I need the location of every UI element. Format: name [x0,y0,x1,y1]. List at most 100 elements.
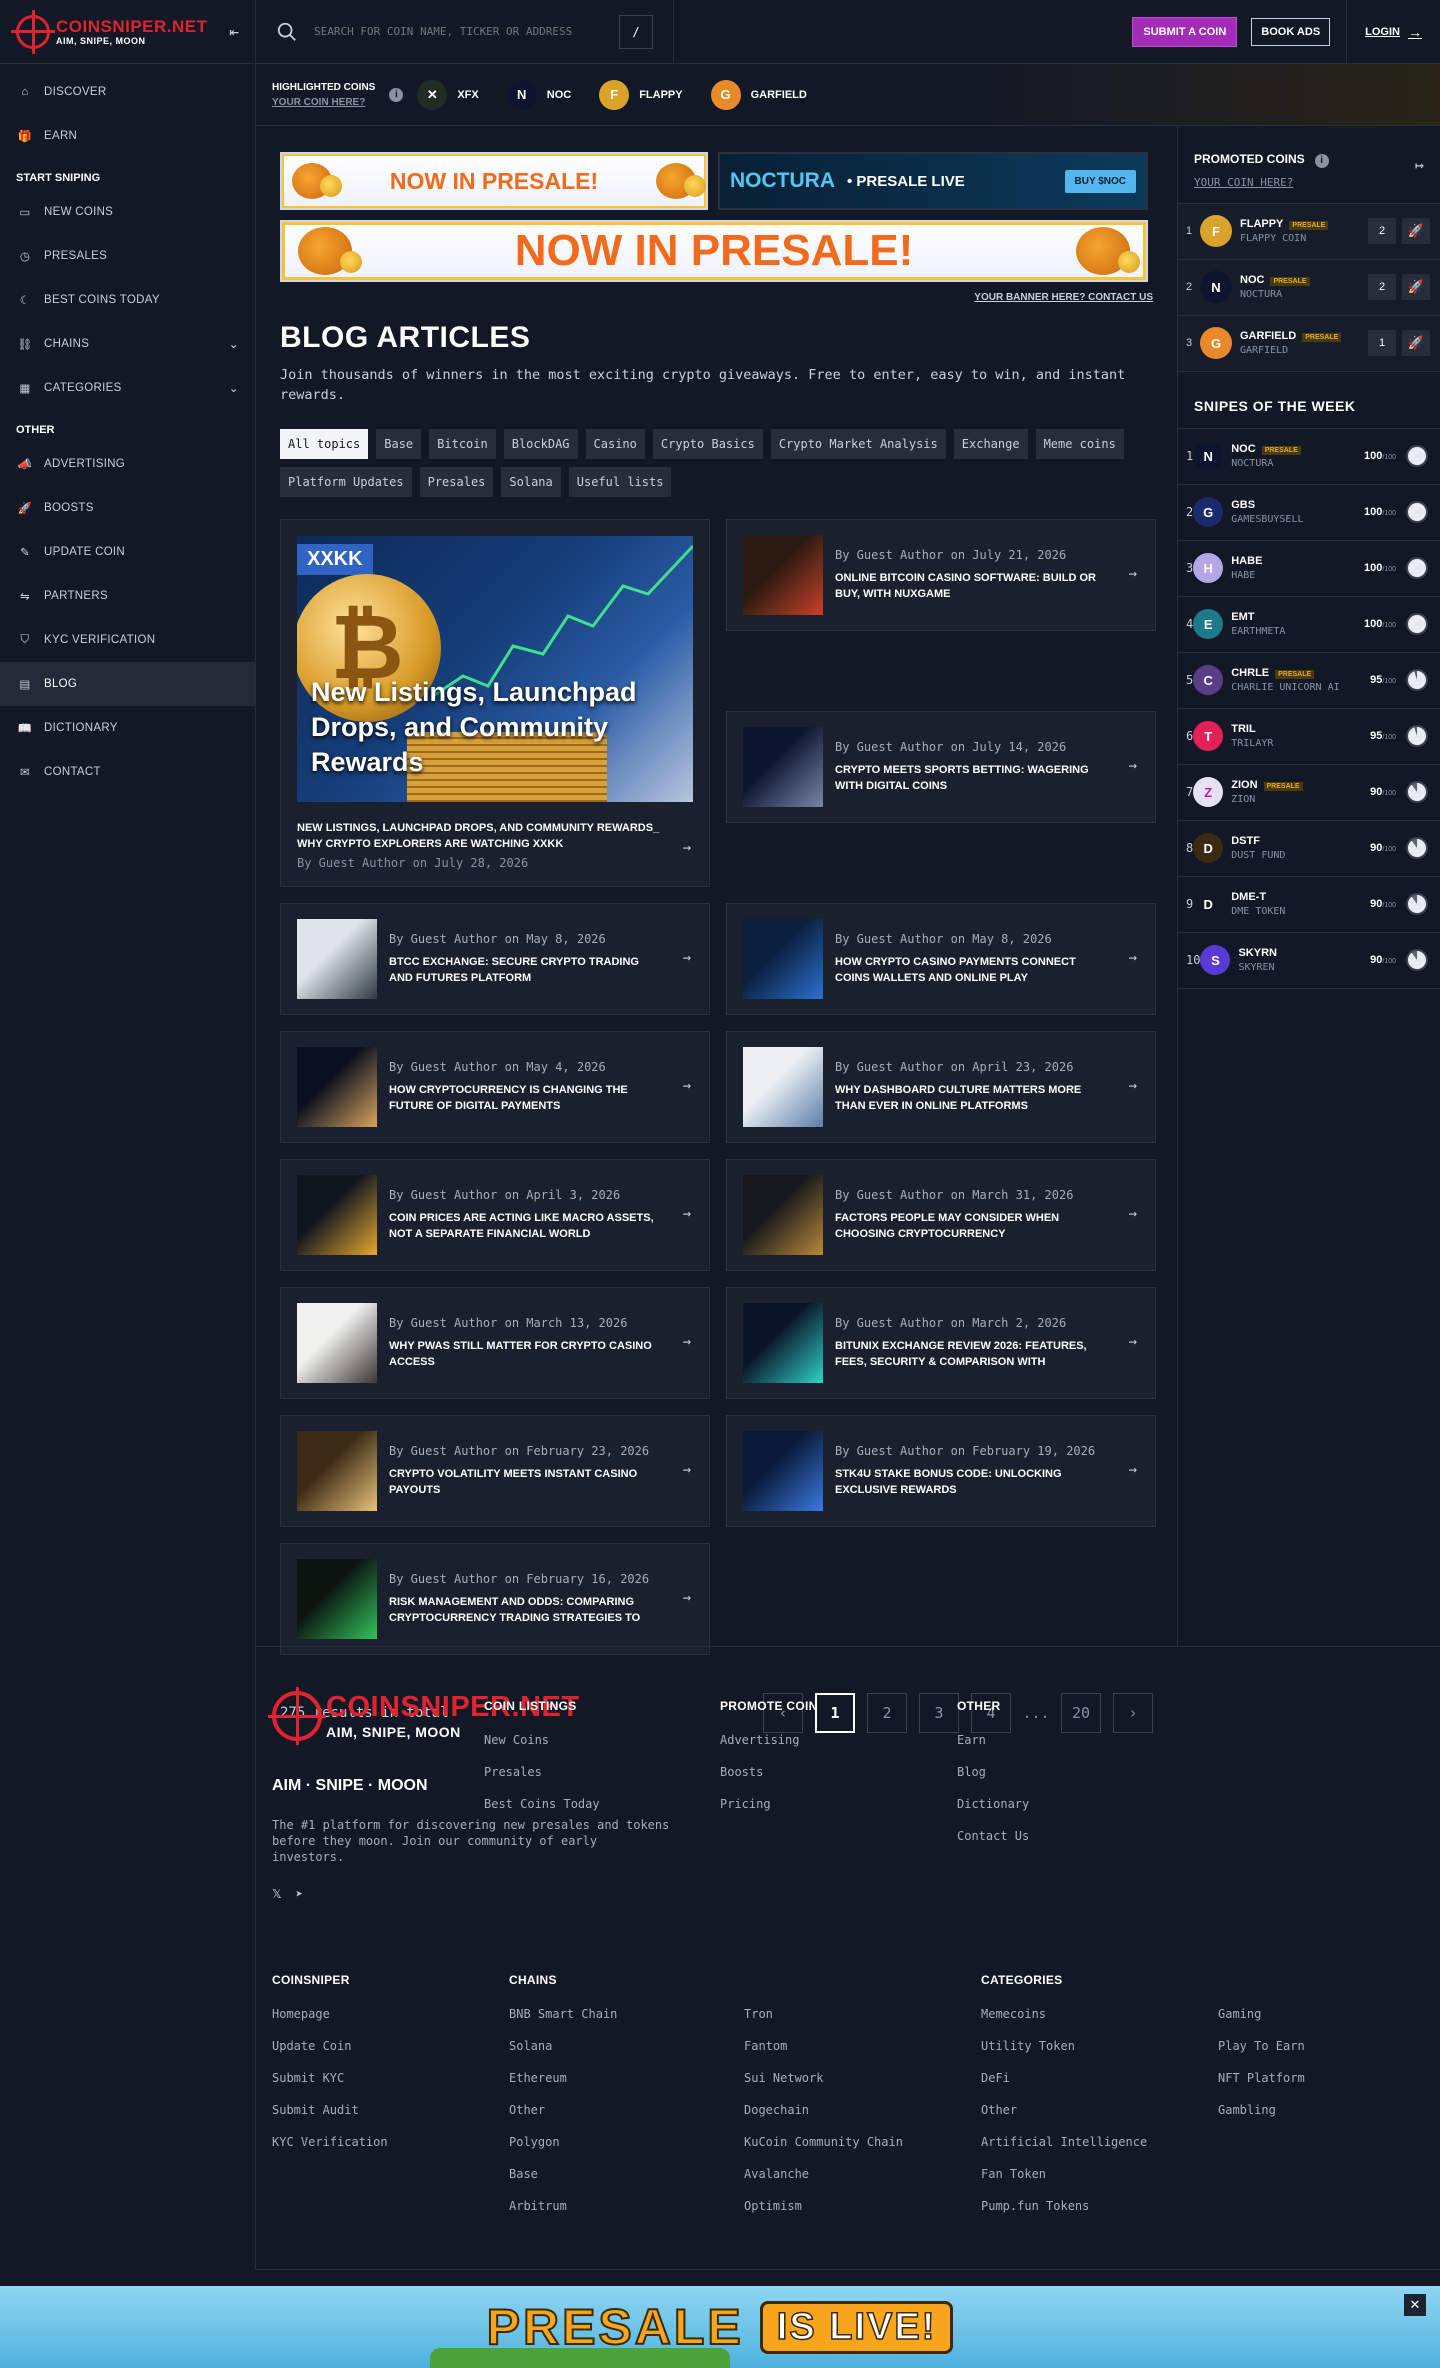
promoted-coin-row[interactable]: 2 N NOC PRESALE NOCTURA 2 🚀 [1178,259,1440,316]
snipe-row[interactable]: 9 D DME-T DME TOKEN 90/100 [1178,877,1440,933]
topic-filter-exchange[interactable]: Exchange [953,429,1028,459]
sidebar-item-chains[interactable]: ⛓ CHAINS ⌄ [0,322,255,366]
sidebar-item-new-coins[interactable]: ▭ NEW COINS [0,190,255,234]
article-card[interactable]: By Guest Author on May 8, 2026 HOW CRYPTO… [726,903,1156,1015]
footer-link[interactable]: Submit Audit [272,2103,388,2135]
highlighted-coin-noc[interactable]: N NOC [506,79,571,110]
article-card[interactable]: By Guest Author on April 23, 2026 WHY DAS… [726,1031,1156,1143]
footer-link[interactable]: Earn [957,1733,1029,1765]
snipe-row[interactable]: 3 H HABE HABE 100/100 [1178,541,1440,597]
sidebar-item-discover[interactable]: ⌂ DISCOVER [0,70,255,114]
footer-link[interactable]: Update Coin [272,2039,388,2071]
boost-rocket-button[interactable]: 🚀 [1402,274,1430,300]
search-input[interactable] [314,25,619,38]
login-button[interactable]: LOGIN → [1346,0,1440,64]
footer-link[interactable]: Tron [744,2007,903,2039]
article-card[interactable]: By Guest Author on April 3, 2026 COIN PRI… [280,1159,710,1271]
snipe-row[interactable]: 4 E EMT EARTHMETA 100/100 [1178,597,1440,653]
x-icon[interactable]: 𝕏 [272,1887,282,1901]
snipe-row[interactable]: 2 G GBS GAMESBUYSELL 100/100 [1178,485,1440,541]
sidebar-item-best-coins-today[interactable]: ☾ BEST COINS TODAY [0,278,255,322]
promoted-your-coin-link[interactable]: YOUR COIN HERE? [1194,176,1293,189]
sidebar-item-blog[interactable]: ▤ BLOG [0,662,255,706]
article-card[interactable]: By Guest Author on February 16, 2026 RISK… [280,1543,710,1655]
footer-link[interactable]: Boosts [720,1765,818,1797]
topic-filter-crypto-basics[interactable]: Crypto Basics [652,429,763,459]
article-card[interactable]: By Guest Author on February 23, 2026 CRYP… [280,1415,710,1527]
footer-link[interactable]: Optimism [744,2199,903,2231]
topic-filter-solana[interactable]: Solana [501,467,561,497]
submit-coin-button[interactable]: SUBMIT A COIN [1132,16,1238,47]
footer-link[interactable]: Best Coins Today [484,1797,600,1829]
footer-link[interactable]: Blog [957,1765,1029,1797]
article-card[interactable]: By Guest Author on May 4, 2026 HOW CRYPTO… [280,1031,710,1143]
boost-rocket-button[interactable]: 🚀 [1402,330,1430,356]
footer-link[interactable]: Sui Network [744,2071,903,2103]
topic-filter-useful-lists[interactable]: Useful lists [568,467,672,497]
close-ad-icon[interactable]: ✕ [1404,2294,1426,2316]
sidebar-item-dictionary[interactable]: 📖 DICTIONARY [0,706,255,750]
boost-rocket-button[interactable]: 🚀 [1402,218,1430,244]
logo[interactable]: COINSNIPER.NET AIM, SNIPE, MOON ⇤ [0,0,255,64]
footer-link[interactable]: Submit KYC [272,2071,388,2103]
snipe-row[interactable]: 1 N NOC PRESALE NOCTURA 100/100 [1178,429,1440,485]
article-card[interactable]: By Guest Author on February 19, 2026 STK4… [726,1415,1156,1527]
telegram-icon[interactable]: ➤ [296,1887,303,1901]
footer-link[interactable]: KYC Verification [272,2135,388,2167]
book-ads-button[interactable]: BOOK ADS [1251,17,1331,46]
footer-link[interactable]: Arbitrum [509,2199,617,2231]
footer-link[interactable]: Base [509,2167,617,2199]
footer-link[interactable]: Artificial Intelligence [981,2135,1147,2167]
sidebar-item-categories[interactable]: ▦ CATEGORIES ⌄ [0,366,255,410]
presale-banner-small[interactable]: NOW IN PRESALE! [280,152,708,210]
sidebar-item-contact[interactable]: ✉ CONTACT [0,750,255,794]
article-card[interactable]: By Guest Author on March 31, 2026 FACTORS… [726,1159,1156,1271]
sidebar-item-update-coin[interactable]: ✎ UPDATE COIN [0,530,255,574]
footer-link[interactable]: Memecoins [981,2007,1147,2039]
topic-filter-meme-coins[interactable]: Meme coins [1035,429,1124,459]
topic-filter-crypto-market-analysis[interactable]: Crypto Market Analysis [770,429,946,459]
bottom-ad-banner[interactable]: PRESALE IS LIVE! ✕ [0,2286,1440,2368]
snipe-row[interactable]: 8 D DSTF DUST FUND 90/100 [1178,821,1440,877]
footer-link[interactable]: Presales [484,1765,600,1797]
footer-link[interactable]: Other [509,2103,617,2135]
footer-link[interactable]: Gaming [1218,2007,1305,2039]
footer-link[interactable]: Pricing [720,1797,818,1829]
footer-link[interactable]: Avalanche [744,2167,903,2199]
article-card[interactable]: By Guest Author on March 2, 2026 BITUNIX … [726,1287,1156,1399]
article-card[interactable]: By Guest Author on July 21, 2026 ONLINE B… [726,519,1156,631]
footer-link[interactable]: Fantom [744,2039,903,2071]
sidebar-item-kyc-verification[interactable]: ⛉ KYC VERIFICATION [0,618,255,662]
buy-noc-button[interactable]: BUY $NOC [1064,169,1136,193]
topic-filter-platform-updates[interactable]: Platform Updates [280,467,412,497]
footer-link[interactable]: DeFi [981,2071,1147,2103]
presale-banner-large[interactable]: NOW IN PRESALE! [280,220,1148,282]
footer-link[interactable]: Polygon [509,2135,617,2167]
footer-link[interactable]: Dogechain [744,2103,903,2135]
article-card[interactable]: By Guest Author on March 13, 2026 WHY PWA… [280,1287,710,1399]
featured-article[interactable]: XXKK New Listings, Launchpad Drops, and … [280,519,710,887]
promoted-coin-row[interactable]: 1 F FLAPPY PRESALE FLAPPY COIN 2 🚀 [1178,203,1440,260]
footer-link[interactable]: Dictionary [957,1797,1029,1829]
topic-filter-bitcoin[interactable]: Bitcoin [429,429,496,459]
sidebar-item-partners[interactable]: ⇋ PARTNERS [0,574,255,618]
topic-filter-presales[interactable]: Presales [419,467,494,497]
sidebar-item-presales[interactable]: ◷ PRESALES [0,234,255,278]
footer-link[interactable]: Fan Token [981,2167,1147,2199]
footer-link[interactable]: Pump.fun Tokens [981,2199,1147,2231]
article-card[interactable]: By Guest Author on May 8, 2026 BTCC EXCHA… [280,903,710,1015]
footer-link[interactable]: Solana [509,2039,617,2071]
info-icon[interactable]: i [389,87,404,102]
footer-link[interactable]: NFT Platform [1218,2071,1305,2103]
highlighted-coin-flappy[interactable]: F FLAPPY [599,79,683,110]
footer-link[interactable]: Gambling [1218,2103,1305,2135]
info-icon[interactable]: i [1314,153,1329,168]
footer-link[interactable]: Advertising [720,1733,818,1765]
snipe-row[interactable]: 10 S SKYRN SKYREN 90/100 [1178,933,1440,989]
highlighted-coin-xfx[interactable]: ✕ XFX [417,79,479,110]
footer-link[interactable]: Utility Token [981,2039,1147,2071]
sidebar-item-boosts[interactable]: 🚀 BOOSTS [0,486,255,530]
footer-link[interactable]: Homepage [272,2007,388,2039]
sidebar-item-advertising[interactable]: 📣 ADVERTISING [0,442,255,486]
noctura-banner[interactable]: NOCTURA • PRESALE LIVE BUY $NOC [718,152,1148,210]
